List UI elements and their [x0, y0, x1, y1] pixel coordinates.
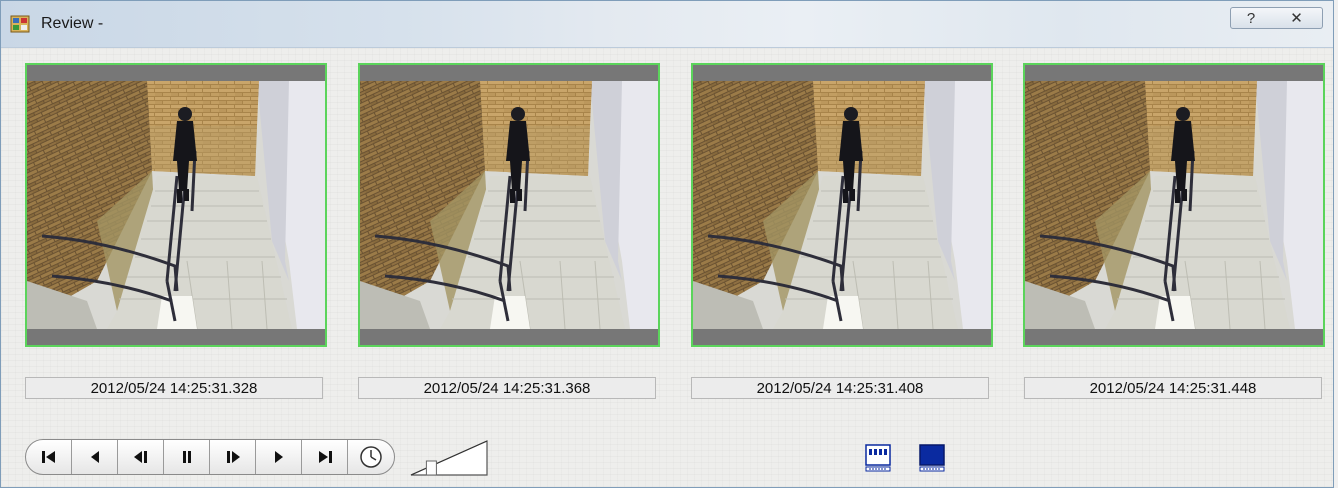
- playback-speed-slider[interactable]: [409, 439, 489, 477]
- camera-image: [693, 81, 991, 329]
- video-frame-1[interactable]: [25, 63, 327, 347]
- multi-frame-view-icon: [865, 444, 891, 472]
- frame-back-icon: [133, 451, 147, 463]
- single-frame-view-button[interactable]: [918, 443, 946, 473]
- skip-to-end-icon: [318, 451, 332, 463]
- camera-image: [27, 81, 325, 329]
- frame-timestamp: 2012/05/24 14:25:31.368: [358, 377, 656, 399]
- skip-to-end-button[interactable]: [302, 440, 348, 474]
- pause-button[interactable]: [164, 440, 210, 474]
- frame-back-button[interactable]: [118, 440, 164, 474]
- clock-icon: [360, 446, 382, 468]
- camera-image: [360, 81, 658, 329]
- frame-footer-bar: [693, 329, 991, 345]
- step-back-button[interactable]: [72, 440, 118, 474]
- frame-footer-bar: [27, 329, 325, 345]
- frame-footer-bar: [1025, 329, 1323, 345]
- frame-forward-icon: [226, 451, 240, 463]
- frame-header-bar: [1025, 65, 1323, 81]
- frame-header-bar: [27, 65, 325, 81]
- play-button[interactable]: [256, 440, 302, 474]
- frame-timestamp: 2012/05/24 14:25:31.328: [25, 377, 323, 399]
- review-app-icon: [10, 15, 30, 33]
- title-bar: Review - ? ✕: [1, 1, 1333, 48]
- play-icon: [274, 451, 283, 463]
- time-jump-button[interactable]: [348, 440, 394, 474]
- frame-header-bar: [360, 65, 658, 81]
- playback-controls: [25, 439, 395, 475]
- frame-footer-bar: [360, 329, 658, 345]
- skip-to-start-button[interactable]: [26, 440, 72, 474]
- frame-timestamp: 2012/05/24 14:25:31.448: [1024, 377, 1322, 399]
- frame-header-bar: [693, 65, 991, 81]
- camera-image: [1025, 81, 1323, 329]
- pause-icon: [182, 451, 191, 463]
- frame-forward-button[interactable]: [210, 440, 256, 474]
- video-frame-4[interactable]: [1023, 63, 1325, 347]
- multi-frame-view-button[interactable]: [864, 443, 892, 473]
- step-back-icon: [90, 451, 99, 463]
- review-window: Review - ? ✕ 2012/05/24 14:25:31.328 201…: [0, 0, 1334, 488]
- help-button[interactable]: ?: [1230, 7, 1272, 29]
- speed-slider-thumb[interactable]: [425, 460, 437, 476]
- frame-timestamp: 2012/05/24 14:25:31.408: [691, 377, 989, 399]
- close-button[interactable]: ✕: [1271, 7, 1323, 29]
- video-frame-2[interactable]: [358, 63, 660, 347]
- window-title: Review -: [41, 15, 104, 32]
- single-frame-view-icon: [919, 444, 945, 472]
- skip-to-start-icon: [41, 451, 55, 463]
- video-frame-3[interactable]: [691, 63, 993, 347]
